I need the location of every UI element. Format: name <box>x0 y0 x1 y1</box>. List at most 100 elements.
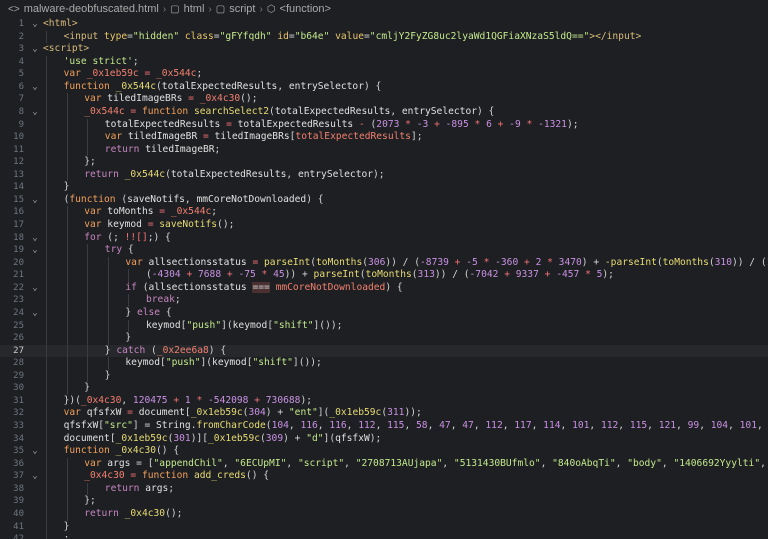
code-token: -457 <box>556 269 580 281</box>
code-line[interactable]: 18 ⌄ for (; !![];) { <box>0 231 768 245</box>
fold-chevron-icon[interactable]: ⌄ <box>30 43 40 56</box>
code-line[interactable]: 42; <box>0 533 768 539</box>
line-number: 40 <box>13 508 24 519</box>
code-token: "840oAbqTi" <box>552 457 616 469</box>
code-line[interactable]: 14} <box>0 181 768 194</box>
fold-chevron-icon[interactable]: ⌄ <box>30 470 40 483</box>
code-token: _0x1eb59c <box>86 68 139 80</box>
fold-chevron-icon[interactable]: ⌄ <box>30 232 40 245</box>
code-line[interactable]: 15 ⌄ (function (saveNotifs, mmCoreNotDownl… <box>0 193 768 207</box>
code-token: if <box>125 281 143 293</box>
code-line[interactable]: 7 var tiledImageBRs = _0x4c30(); <box>0 93 768 106</box>
code-line[interactable]: 31})(_0x4c30, 120475 + 1 * -542098 + 730… <box>0 394 768 408</box>
code-token: , <box>222 457 235 469</box>
code-line[interactable]: 6 ⌄ function _0x544c(totalExpectedResults,… <box>0 80 768 94</box>
code-line[interactable]: 35 ⌄ function _0x4c30() { <box>0 445 768 458</box>
fold-chevron-icon[interactable]: ⌄ <box>30 244 40 257</box>
code-token: _0x1eb59c <box>115 432 168 444</box>
code-token: , <box>589 420 601 431</box>
code-line[interactable]: 34 document[_0x1eb59c(301)][_0x1eb59c(309… <box>0 432 768 446</box>
code-line[interactable]: 4 'use strict'; <box>0 55 768 69</box>
code-token: -3 <box>416 118 429 130</box>
code-token: } <box>104 344 117 356</box>
code-token: "2708713AUjapa" <box>355 457 443 469</box>
fold-chevron-icon[interactable]: ⌄ <box>30 81 40 94</box>
code-line[interactable]: 30} <box>0 382 768 395</box>
fold-chevron-icon[interactable]: ⌄ <box>30 282 40 295</box>
element-icon: ▢ <box>170 3 180 15</box>
code-line[interactable]: 13 return _0x544c(totalExpectedResults, e… <box>0 168 768 182</box>
code-line[interactable]: 41} <box>0 520 768 534</box>
breadcrumb-function[interactable]: <function> <box>280 3 331 15</box>
code-token: ); <box>373 168 385 180</box>
code-line[interactable]: 1 ⌄ <html> <box>0 18 768 31</box>
code-token: 730688 <box>265 394 301 406</box>
code-line[interactable]: 33 qfsfxW["src"] = String.fromCharCode(10… <box>0 420 768 433</box>
code-text: totalExpectedResults = totalExpectedResu… <box>105 119 579 132</box>
code-token: , <box>184 193 197 205</box>
code-token: ; <box>211 206 218 218</box>
code-token: args <box>107 457 131 469</box>
code-line[interactable]: 28 keymod["push"](keymod["shift"]()); <box>0 357 768 370</box>
fold-chevron-icon[interactable]: ⌄ <box>30 194 40 207</box>
code-line[interactable]: 20 var allsectionsstatus = parseInt(toMon… <box>0 256 768 270</box>
code-token: -75 <box>238 269 256 281</box>
code-line[interactable]: 17 var keymod = saveNotifs(); <box>0 219 768 232</box>
code-line[interactable]: 9 totalExpectedResults = totalExpectedRes… <box>0 118 768 132</box>
fold-chevron-icon[interactable]: ⌄ <box>30 307 40 320</box>
code-line[interactable]: 39}; <box>0 495 768 508</box>
line-number: 21 <box>13 270 24 281</box>
code-token: , <box>661 457 674 469</box>
code-line[interactable]: 26} <box>0 332 768 345</box>
code-line[interactable]: 32 var qfsfxW = document[_0x1eb59c(304) +… <box>0 407 768 420</box>
code-token: 120475 <box>132 394 168 406</box>
code-line[interactable]: 37 ⌄ _0x4c30 = function add_creds() { <box>0 470 768 483</box>
code-line[interactable]: 19 ⌄ try { <box>0 244 768 257</box>
breadcrumb-file[interactable]: malware-deobfuscated.html <box>24 3 159 15</box>
code-token: args <box>145 482 169 494</box>
code-line[interactable]: 10 var tiledImageBR = tiledImageBRs[total… <box>0 131 768 144</box>
code-token: qfsfxW <box>86 407 122 419</box>
code-line[interactable]: 3 ⌄ <script> <box>0 43 768 56</box>
code-line[interactable]: 2 <input type="hidden" class="gFYfqdh" id… <box>0 30 768 44</box>
code-line[interactable]: 40 return _0x4c30(); <box>0 507 768 521</box>
code-token: mmCoreNotDownloaded <box>196 193 307 205</box>
code-line[interactable]: 8 ⌄ _0x544c = function searchSelect2(total… <box>0 105 768 119</box>
code-token: + <box>180 269 198 281</box>
indent-guide <box>46 520 47 534</box>
code-line[interactable]: 22 ⌄ if (allsectionsstatus === mmCoreNotDo… <box>0 281 768 295</box>
code-token: (); <box>165 507 183 519</box>
code-line[interactable]: 11 return tiledImageBR; <box>0 143 768 157</box>
code-token: toMonths <box>365 269 412 281</box>
code-editor[interactable]: 1 ⌄ <html> 2 <input type="hidden" class="gFY… <box>0 18 768 539</box>
indent-guide <box>46 369 47 383</box>
code-token: + <box>498 269 516 281</box>
code-line[interactable]: 16 var toMonths = _0x544c; <box>0 206 768 219</box>
indent-guide <box>46 281 47 295</box>
code-line[interactable]: 23 break; <box>0 294 768 307</box>
fold-chevron-icon[interactable]: ⌄ <box>30 106 40 119</box>
code-token: ); <box>300 394 312 406</box>
code-line[interactable]: 12}; <box>0 156 768 169</box>
code-token: return <box>104 143 146 155</box>
code-token: + <box>428 118 446 130</box>
code-token: totalExpectedResults <box>237 118 354 130</box>
code-token: * <box>477 256 496 268</box>
code-line[interactable]: 29} <box>0 369 768 383</box>
code-text: } <box>84 382 90 395</box>
indent-guide <box>46 181 47 194</box>
code-line[interactable]: 24 ⌄} else { <box>0 306 768 320</box>
code-line[interactable]: 38 return args; <box>0 482 768 496</box>
code-line[interactable]: 5 var _0x1eb59c = _0x544c; <box>0 68 768 81</box>
code-line[interactable]: 27} catch (_0x2ee6a8) { <box>0 344 768 358</box>
indent-guide <box>66 143 68 157</box>
code-line[interactable]: 21 (-4304 + 7688 + -75 * 45)) + parseInt(… <box>0 269 768 282</box>
fold-chevron-icon[interactable]: ⌄ <box>30 445 40 458</box>
code-line[interactable]: 25 keymod["push"](keymod["shift"]()); <box>0 319 768 333</box>
code-token: 115 <box>387 420 405 431</box>
breadcrumb-html[interactable]: html <box>184 3 205 15</box>
code-token: keymod <box>107 219 142 230</box>
fold-chevron-icon[interactable]: ⌄ <box>30 18 40 31</box>
code-line[interactable]: 36 var args = ["appendChil", "6ECUpMI", "… <box>0 457 768 471</box>
breadcrumb-script[interactable]: script <box>229 3 255 15</box>
